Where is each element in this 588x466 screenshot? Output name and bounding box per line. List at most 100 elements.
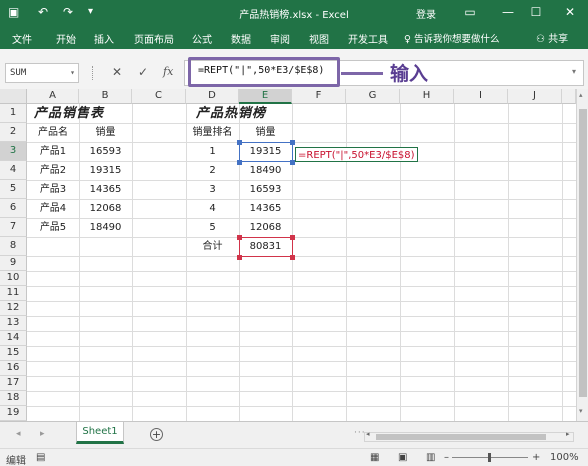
header-rank-sales[interactable]: 销量 <box>239 123 292 142</box>
scroll-left-icon[interactable]: ◂ <box>366 430 370 438</box>
ribbon-display-icon[interactable]: ▭ <box>460 3 480 21</box>
selection-handle[interactable] <box>290 140 295 145</box>
zoom-slider-knob[interactable] <box>488 453 491 462</box>
sales-cell[interactable]: 16593 <box>79 142 132 161</box>
sales-cell[interactable]: 12068 <box>79 199 132 218</box>
page-layout-view-icon[interactable]: ▣ <box>398 452 407 463</box>
row-header-11[interactable]: 11 <box>0 286 27 301</box>
row-header-4[interactable]: 4 <box>0 161 27 180</box>
row-header-10[interactable]: 10 <box>0 271 27 286</box>
rank-cell[interactable]: 4 <box>186 199 239 218</box>
tab-page-layout[interactable]: 页面布局 <box>134 31 174 46</box>
reference-handle[interactable] <box>237 255 242 260</box>
login-link[interactable]: 登录 <box>416 6 436 21</box>
column-header-j[interactable]: J <box>508 89 562 104</box>
rank-sales-cell[interactable]: 18490 <box>239 161 292 180</box>
tab-file[interactable]: 文件 <box>12 31 32 46</box>
insert-function-icon[interactable]: fx <box>163 64 173 80</box>
row-header-2[interactable]: 2 <box>0 123 27 142</box>
row-header-5[interactable]: 5 <box>0 180 27 199</box>
product-name-cell[interactable]: 产品1 <box>27 142 79 161</box>
rank-cell[interactable]: 3 <box>186 180 239 199</box>
selection-handle[interactable] <box>237 140 242 145</box>
rank-sales-cell[interactable]: 14365 <box>239 199 292 218</box>
scroll-down-icon[interactable]: ▾ <box>579 407 583 415</box>
tell-me-box[interactable]: ♀ 告诉我你想要做什么 <box>404 31 500 45</box>
row-header-9[interactable]: 9 <box>0 256 27 271</box>
normal-view-icon[interactable]: ▦ <box>370 452 379 463</box>
row-header-6[interactable]: 6 <box>0 199 27 218</box>
maximize-icon[interactable]: ☐ <box>526 3 546 21</box>
column-header-f[interactable]: F <box>292 89 346 104</box>
prev-sheet-icon[interactable]: ◂ <box>16 429 21 439</box>
in-cell-editor[interactable]: =REPT("|",50*E3/$E$8) <box>295 147 418 162</box>
product-name-cell[interactable]: 产品5 <box>27 218 79 237</box>
name-box[interactable]: SUM ▾ <box>5 63 79 83</box>
page-break-view-icon[interactable]: ▥ <box>426 452 435 463</box>
row-header-15[interactable]: 15 <box>0 346 27 361</box>
column-header-g[interactable]: G <box>346 89 400 104</box>
reference-handle[interactable] <box>290 255 295 260</box>
worksheet-grid[interactable]: A B C D E F G H I J 1 2 3 4 5 6 7 8 9 10… <box>0 89 576 421</box>
row-header-16[interactable]: 16 <box>0 361 27 376</box>
enter-icon[interactable]: ✓ <box>138 64 148 80</box>
hscroll-thumb[interactable] <box>376 434 546 440</box>
column-header-d[interactable]: D <box>186 89 239 104</box>
row-header-12[interactable]: 12 <box>0 301 27 316</box>
select-all-corner[interactable] <box>0 89 27 104</box>
sales-cell[interactable]: 18490 <box>79 218 132 237</box>
rank-cell[interactable]: 1 <box>186 142 239 161</box>
tab-home[interactable]: 开始 <box>56 31 76 46</box>
row-header-18[interactable]: 18 <box>0 391 27 406</box>
rank-cell[interactable]: 2 <box>186 161 239 180</box>
row-header-1[interactable]: 1 <box>0 104 27 123</box>
chevron-down-icon[interactable]: ▾ <box>70 64 75 82</box>
product-name-cell[interactable]: 产品2 <box>27 161 79 180</box>
column-header-i[interactable]: I <box>454 89 508 104</box>
header-product-name[interactable]: 产品名 <box>27 123 79 142</box>
product-name-cell[interactable]: 产品3 <box>27 180 79 199</box>
expand-formula-bar-icon[interactable]: ▾ <box>572 67 576 76</box>
sheet-tab-sheet1[interactable]: Sheet1 <box>76 422 124 444</box>
sales-cell[interactable]: 19315 <box>79 161 132 180</box>
column-header-c[interactable]: C <box>132 89 186 104</box>
add-sheet-icon[interactable]: + <box>150 428 163 441</box>
row-header-17[interactable]: 17 <box>0 376 27 391</box>
tab-review[interactable]: 审阅 <box>270 31 290 46</box>
zoom-level[interactable]: 100% <box>550 452 579 463</box>
scroll-right-icon[interactable]: ▸ <box>566 430 570 438</box>
scroll-up-icon[interactable]: ▴ <box>579 91 583 99</box>
column-header-k[interactable] <box>562 89 576 104</box>
tab-view[interactable]: 视图 <box>309 31 329 46</box>
rank-sales-cell[interactable]: 16593 <box>239 180 292 199</box>
tab-developer[interactable]: 开发工具 <box>348 31 388 46</box>
column-header-a[interactable]: A <box>27 89 79 104</box>
row-header-13[interactable]: 13 <box>0 316 27 331</box>
sales-cell[interactable]: 14365 <box>79 180 132 199</box>
horizontal-scrollbar[interactable]: ◂ ▸ <box>364 430 574 442</box>
tab-insert[interactable]: 插入 <box>94 31 114 46</box>
minimize-icon[interactable]: — <box>498 3 518 21</box>
tab-formulas[interactable]: 公式 <box>192 31 212 46</box>
next-sheet-icon[interactable]: ▸ <box>40 429 45 439</box>
formula-text[interactable]: =REPT("|",50*E3/$E$8) <box>198 65 324 76</box>
column-header-h[interactable]: H <box>400 89 454 104</box>
macro-record-icon[interactable]: ▤ <box>36 452 45 463</box>
row-header-3[interactable]: 3 <box>0 142 27 161</box>
scroll-thumb[interactable] <box>579 109 587 397</box>
rank-sales-cell[interactable]: 12068 <box>239 218 292 237</box>
close-icon[interactable]: ✕ <box>560 3 580 21</box>
header-rank[interactable]: 销量排名 <box>186 123 239 142</box>
row-header-19[interactable]: 19 <box>0 406 27 421</box>
formula-bar-grip[interactable] <box>92 66 94 80</box>
zoom-out-icon[interactable]: – <box>444 452 449 463</box>
column-header-b[interactable]: B <box>79 89 132 104</box>
tab-data[interactable]: 数据 <box>231 31 251 46</box>
row-header-8[interactable]: 8 <box>0 237 27 256</box>
vertical-scrollbar[interactable]: ▴ ▾ <box>576 89 588 421</box>
share-button[interactable]: ⚇ 共享 <box>536 30 568 45</box>
total-label[interactable]: 合计 <box>186 237 239 256</box>
row-header-7[interactable]: 7 <box>0 218 27 237</box>
rank-cell[interactable]: 5 <box>186 218 239 237</box>
column-header-e[interactable]: E <box>239 89 292 104</box>
